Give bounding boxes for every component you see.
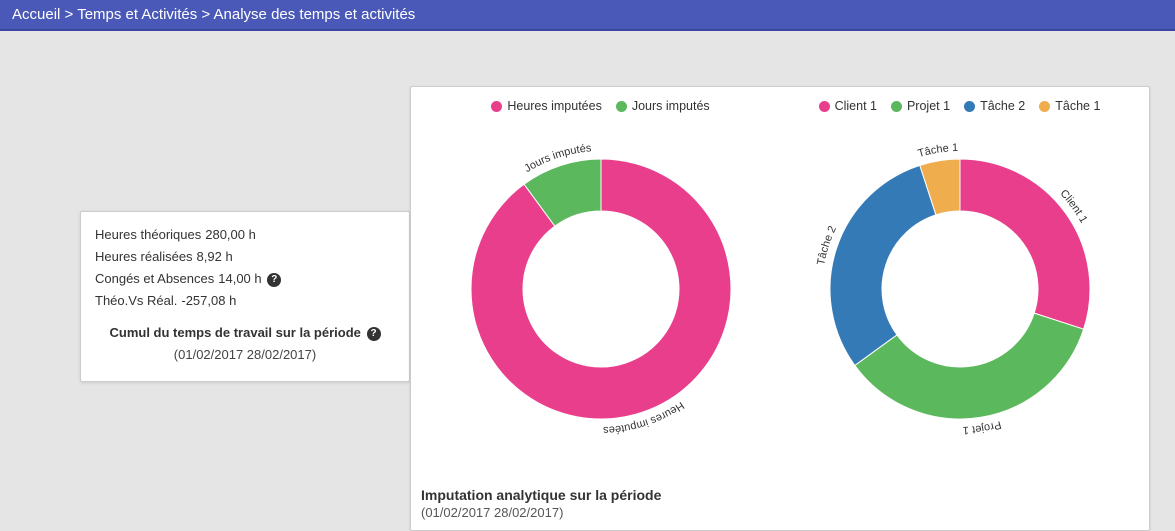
legend-item[interactable]: Client 1 [819,99,877,113]
chart-left: Heures imputéesJours imputés Heures impu… [421,95,780,475]
chart-legend: Heures imputées Jours imputés [485,95,715,139]
summary-row-label: Heures réalisées [95,249,193,264]
summary-row: Congés et Absences 14,00 h ? [95,268,395,290]
charts-caption-period: (01/02/2017 28/02/2017) [421,505,661,520]
donut-chart: Client 1Projet 1Tâche 2Tâche 1 [810,139,1110,439]
charts-card: Heures imputéesJours imputés Heures impu… [410,86,1150,531]
breadcrumb-level2: Analyse des temps et activités [214,6,416,23]
summary-row-value: -257,08 h [181,293,236,308]
summary-row: Heures réalisées 8,92 h [95,246,395,268]
summary-period: (01/02/2017 28/02/2017) [95,344,395,366]
breadcrumb-level1[interactable]: Temps et Activités [77,6,197,23]
legend-label: Client 1 [835,99,877,113]
breadcrumb: Accueil > Temps et Activités > Analyse d… [0,0,1175,31]
summary-row-value: 8,92 h [197,249,233,264]
donut-slice[interactable] [830,165,936,365]
slice-label: Projet 1 [962,418,1002,436]
breadcrumb-sep: > [65,6,74,23]
help-icon[interactable]: ? [367,327,381,341]
donut-slice[interactable] [960,159,1090,329]
legend-swatch [491,101,502,112]
breadcrumb-sep: > [201,6,210,23]
charts-caption: Imputation analytique sur la période (01… [421,487,661,520]
chart-right: Client 1Projet 1Tâche 2Tâche 1 Client 1P… [780,95,1139,475]
legend-label: Jours imputés [632,99,710,113]
legend-swatch [819,101,830,112]
slice-label: Tâche 1 [916,142,958,160]
legend-swatch [1039,101,1050,112]
summary-title: Cumul du temps de travail sur la période… [95,322,395,344]
legend-label: Tâche 2 [980,99,1025,113]
legend-item[interactable]: Heures imputées [491,99,602,113]
legend-swatch [964,101,975,112]
summary-row-value: 280,00 h [205,227,256,242]
summary-row-label: Théo.Vs Réal. [95,293,177,308]
breadcrumb-home[interactable]: Accueil [12,6,60,23]
donut-chart: Heures imputéesJours imputés [451,139,751,439]
legend-swatch [616,101,627,112]
legend-item[interactable]: Tâche 1 [1039,99,1100,113]
charts-caption-title: Imputation analytique sur la période [421,487,661,503]
legend-swatch [891,101,902,112]
summary-row-value: 14,00 h [218,271,261,286]
legend-label: Heures imputées [507,99,602,113]
summary-row: Heures théoriques 280,00 h [95,224,395,246]
legend-label: Projet 1 [907,99,950,113]
summary-card: Heures théoriques 280,00 h Heures réalisée… [80,211,410,382]
summary-title-text: Cumul du temps de travail sur la période [109,325,360,340]
help-icon[interactable]: ? [267,273,281,287]
legend-item[interactable]: Projet 1 [891,99,950,113]
summary-row-label: Congés et Absences [95,271,214,286]
legend-label: Tâche 1 [1055,99,1100,113]
chart-legend: Client 1 Projet 1 Tâche 2 Tâche 1 [813,95,1107,139]
legend-item[interactable]: Jours imputés [616,99,710,113]
legend-item[interactable]: Tâche 2 [964,99,1025,113]
summary-row-label: Heures théoriques [95,227,201,242]
summary-row: Théo.Vs Réal. -257,08 h [95,290,395,312]
